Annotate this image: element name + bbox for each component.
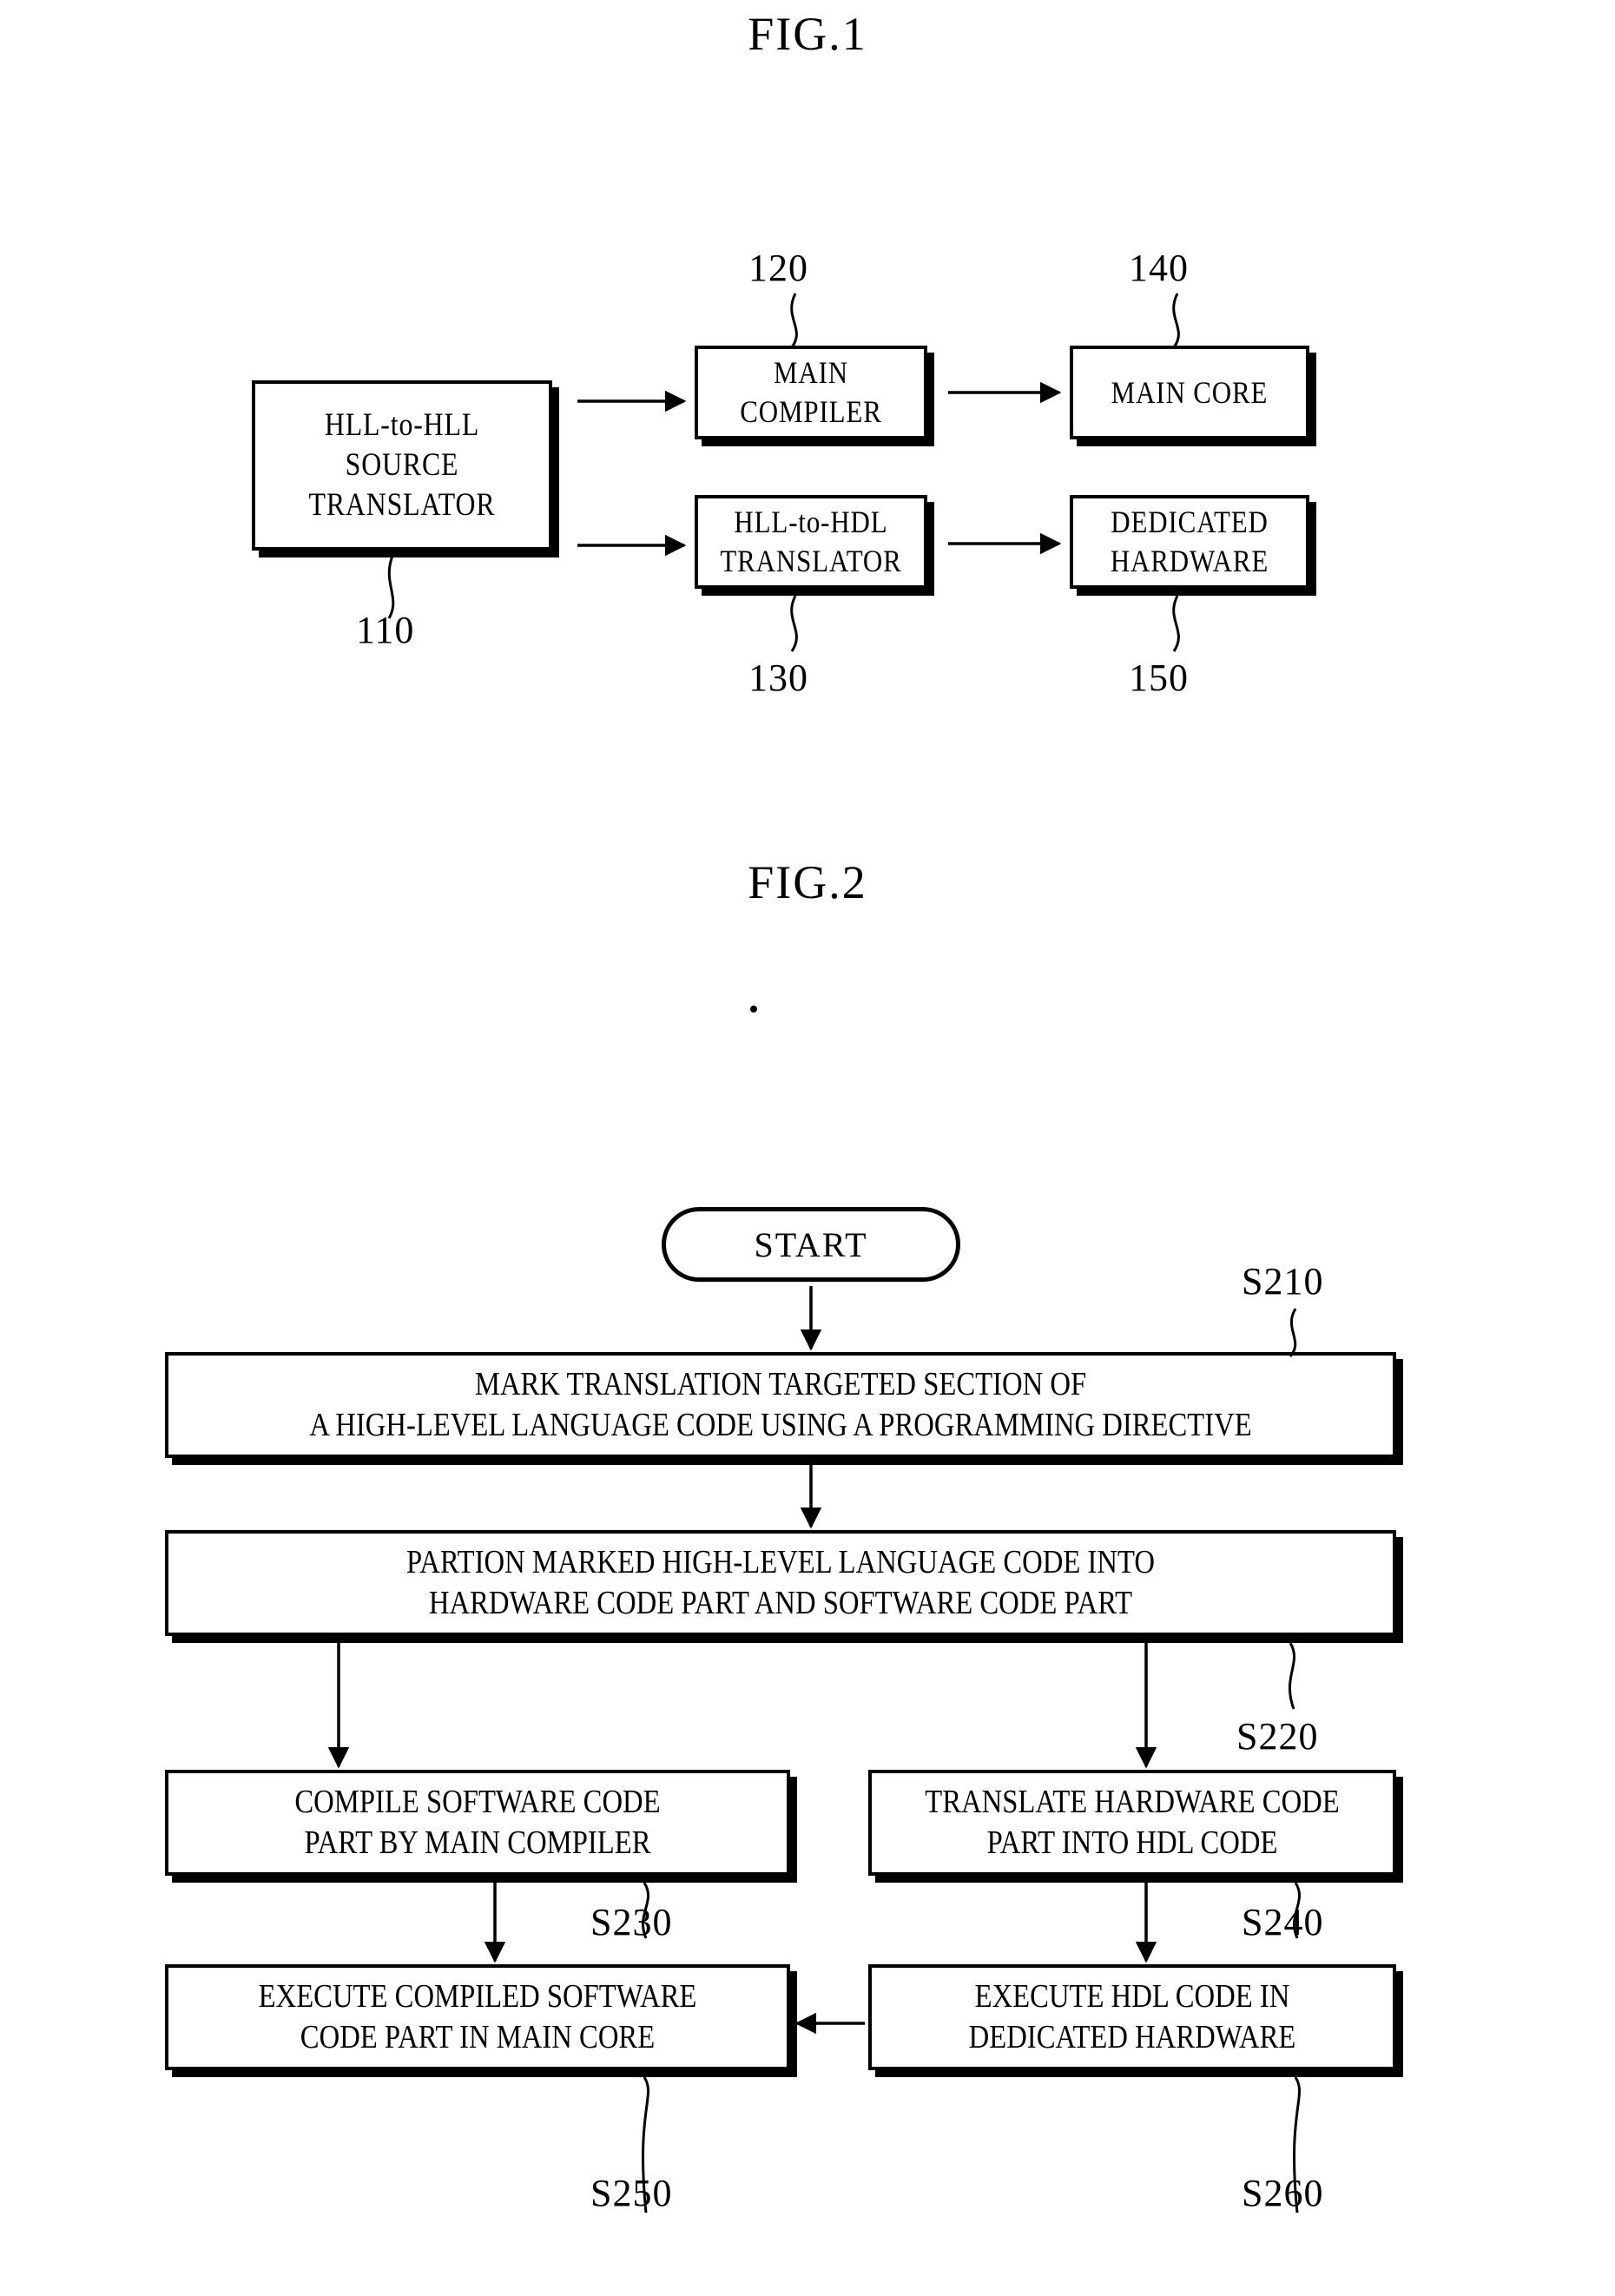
- step-s230-line-2: PART BY MAIN COMPILER: [304, 1824, 651, 1861]
- block-120-line-2: COMPILER: [740, 394, 882, 429]
- leader-120: [790, 293, 798, 348]
- flowchart-step-s260: EXECUTE HDL CODE IN DEDICATED HARDWARE: [868, 1964, 1396, 2070]
- leader-s210: [1289, 1308, 1297, 1357]
- reference-numeral-140: 140: [1129, 247, 1189, 289]
- flowchart-start-terminator: START: [662, 1207, 960, 1282]
- reference-numeral-120: 120: [748, 247, 808, 289]
- reference-numeral-s210: S210: [1242, 1260, 1324, 1303]
- figure-1-title: FIG.1: [748, 8, 867, 60]
- block-130-line-1: HLL-to-HDL: [734, 505, 888, 539]
- block-110-line-2: SOURCE: [345, 446, 459, 483]
- leader-130: [790, 595, 798, 652]
- reference-numeral-s240: S240: [1242, 1901, 1324, 1943]
- reference-numeral-s220: S220: [1236, 1715, 1319, 1758]
- step-s250-line-1: EXECUTE COMPILED SOFTWARE: [258, 1977, 697, 2015]
- step-s240-line-1: TRANSLATE HARDWARE CODE: [925, 1783, 1340, 1820]
- reference-numeral-s250: S250: [590, 2172, 673, 2214]
- figure-2-title: FIG.2: [748, 856, 867, 908]
- block-hll-to-hdl-translator: HLL-to-HDL TRANSLATOR: [695, 495, 927, 589]
- block-main-core: MAIN CORE: [1070, 346, 1309, 439]
- reference-numeral-150: 150: [1129, 656, 1189, 699]
- flowchart-step-s230: COMPILE SOFTWARE CODE PART BY MAIN COMPI…: [165, 1770, 790, 1876]
- step-s210-line-2: A HIGH-LEVEL LANGUAGE CODE USING A PROGR…: [309, 1407, 1252, 1443]
- flowchart-step-s220: PARTION MARKED HIGH-LEVEL LANGUAGE CODE …: [165, 1530, 1396, 1636]
- flowchart-step-s210: MARK TRANSLATION TARGETED SECTION OF A H…: [165, 1352, 1396, 1458]
- start-label: START: [754, 1224, 868, 1264]
- leader-s220: [1289, 1642, 1295, 1710]
- step-s220-line-1: PARTION MARKED HIGH-LEVEL LANGUAGE CODE …: [406, 1543, 1155, 1580]
- reference-numeral-110: 110: [356, 609, 415, 651]
- leader-150: [1172, 595, 1180, 652]
- flowchart-step-s250: EXECUTE COMPILED SOFTWARE CODE PART IN M…: [165, 1964, 790, 2070]
- reference-numeral-s260: S260: [1242, 2172, 1324, 2214]
- connector-overlay: [327, 293, 1301, 2214]
- step-s230-line-1: COMPILE SOFTWARE CODE: [294, 1783, 661, 1820]
- step-s240-line-2: PART INTO HDL CODE: [986, 1824, 1278, 1861]
- block-140-line-1: MAIN CORE: [1111, 374, 1269, 410]
- step-s250-line-2: CODE PART IN MAIN CORE: [300, 2019, 656, 2055]
- block-main-compiler: MAIN COMPILER: [695, 346, 927, 439]
- step-s220-line-2: HARDWARE CODE PART AND SOFTWARE CODE PAR…: [428, 1585, 1133, 1621]
- block-150-line-1: DEDICATED: [1111, 505, 1269, 539]
- patent-drawing-sheet: FIG.1 HLL-to-HLL SOURCE TRANSLATOR MAIN …: [0, 0, 1615, 2296]
- reference-numeral-s230: S230: [590, 1901, 673, 1943]
- leader-140: [1172, 293, 1180, 348]
- step-s260-line-1: EXECUTE HDL CODE IN: [974, 1977, 1290, 2015]
- flowchart-step-s240: TRANSLATE HARDWARE CODE PART INTO HDL CO…: [868, 1770, 1396, 1876]
- step-s210-line-1: MARK TRANSLATION TARGETED SECTION OF: [474, 1365, 1087, 1402]
- block-hll-to-hll-source-translator: HLL-to-HLL SOURCE TRANSLATOR: [252, 380, 552, 551]
- block-120-line-1: MAIN: [774, 355, 848, 390]
- block-110-line-1: HLL-to-HLL: [324, 406, 480, 443]
- block-150-line-2: HARDWARE: [1110, 544, 1269, 578]
- reference-numeral-130: 130: [748, 656, 808, 699]
- block-130-line-2: TRANSLATOR: [720, 544, 902, 578]
- block-dedicated-hardware: DEDICATED HARDWARE: [1070, 495, 1309, 589]
- stray-ink-dot: [750, 1006, 757, 1013]
- step-s260-line-2: DEDICATED HARDWARE: [968, 2019, 1296, 2055]
- block-110-line-3: TRANSLATOR: [308, 487, 496, 524]
